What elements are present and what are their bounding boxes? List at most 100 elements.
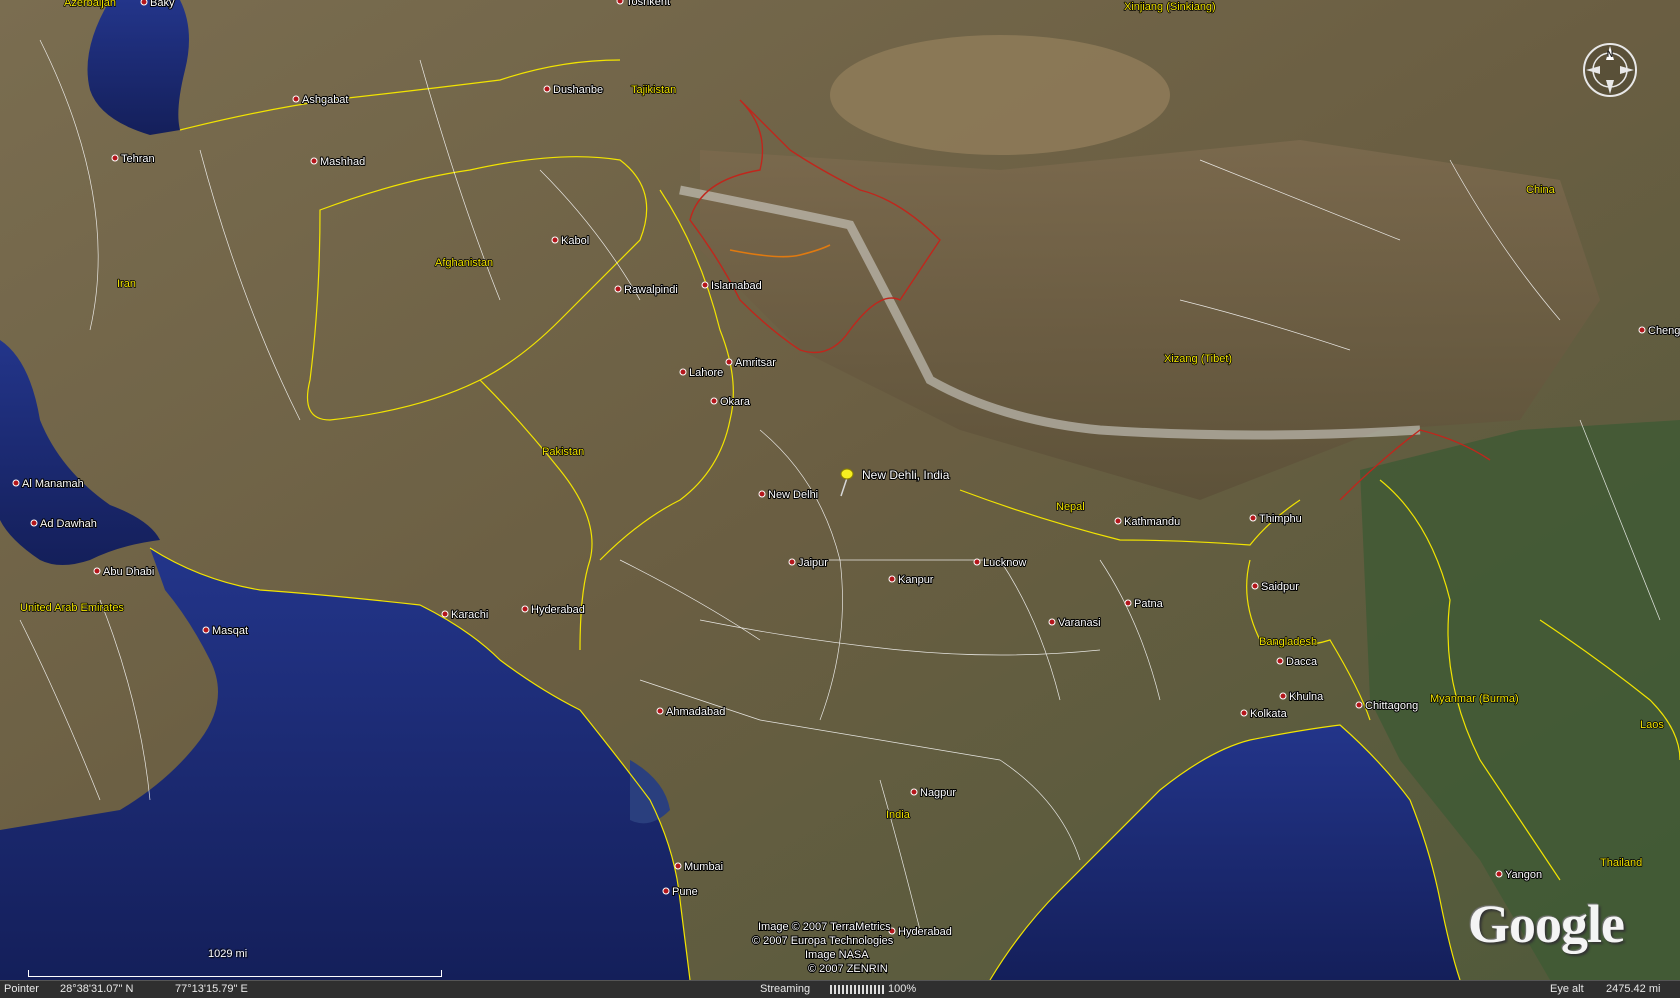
city-marker[interactable]: Ahmadabad — [656, 705, 726, 719]
city-dot-icon[interactable] — [1048, 618, 1056, 626]
city-label[interactable]: Yangon — [1504, 868, 1543, 882]
city-dot-icon[interactable] — [725, 358, 733, 366]
city-marker[interactable]: Kathmandu — [1114, 515, 1181, 529]
city-dot-icon[interactable] — [202, 626, 210, 634]
city-dot-icon[interactable] — [1355, 701, 1363, 709]
region-label: Pakistan — [542, 446, 584, 458]
city-label[interactable]: Varanasi — [1057, 616, 1102, 630]
city-dot-icon[interactable] — [1249, 514, 1257, 522]
city-dot-icon[interactable] — [1114, 517, 1122, 525]
city-label[interactable]: Toshkent — [625, 0, 671, 9]
city-label[interactable]: Okara — [719, 395, 752, 409]
region-label: Thailand — [1600, 857, 1642, 869]
city-label[interactable]: New Delhi — [767, 488, 819, 502]
city-dot-icon[interactable] — [551, 236, 559, 244]
region-label: United Arab Emirates — [20, 602, 124, 614]
city-dot-icon[interactable] — [788, 558, 796, 566]
city-marker[interactable]: Islamabad — [701, 279, 763, 293]
city-dot-icon[interactable] — [12, 479, 20, 487]
city-dot-icon[interactable] — [1495, 870, 1503, 878]
city-dot-icon[interactable] — [441, 610, 449, 618]
copyright-line: Image © 2007 TerraMetrics — [758, 921, 891, 933]
city-dot-icon[interactable] — [758, 490, 766, 498]
city-label[interactable]: Amritsar — [734, 356, 777, 370]
city-label[interactable]: Patna — [1133, 597, 1165, 611]
city-dot-icon[interactable] — [701, 281, 709, 289]
city-marker[interactable]: Chittagong — [1355, 699, 1419, 713]
city-dot-icon[interactable] — [1124, 599, 1132, 607]
city-marker[interactable]: Ashgabat — [292, 93, 349, 107]
city-marker[interactable]: Ad Dawhah — [30, 517, 98, 531]
city-label[interactable]: Saidpur — [1260, 580, 1300, 594]
city-label[interactable]: Rawalpindi — [623, 283, 679, 297]
city-dot-icon[interactable] — [656, 707, 664, 715]
city-dot-icon[interactable] — [1276, 657, 1284, 665]
city-label[interactable]: Hyderabad — [897, 925, 953, 939]
city-dot-icon[interactable] — [1279, 692, 1287, 700]
city-label[interactable]: Ad Dawhah — [39, 517, 98, 531]
city-label[interactable]: Lahore — [688, 366, 724, 380]
city-label[interactable]: Tehran — [120, 152, 156, 166]
city-label[interactable]: Masqat — [211, 624, 249, 638]
compass-icon[interactable]: N — [1578, 38, 1642, 102]
placemark-label[interactable]: New Dehli, India — [861, 467, 951, 483]
city-dot-icon[interactable] — [93, 567, 101, 575]
city-dot-icon[interactable] — [679, 368, 687, 376]
city-dot-icon[interactable] — [614, 285, 622, 293]
city-dot-icon[interactable] — [1240, 709, 1248, 717]
city-dot-icon[interactable] — [674, 862, 682, 870]
city-dot-icon[interactable] — [888, 575, 896, 583]
city-dot-icon[interactable] — [140, 0, 148, 6]
city-dot-icon[interactable] — [30, 519, 38, 527]
city-label[interactable]: Kabol — [560, 234, 590, 248]
city-label[interactable]: Chittagong — [1364, 699, 1419, 713]
city-label[interactable]: Mashhad — [319, 155, 366, 169]
city-label[interactable]: Mumbai — [683, 860, 724, 874]
city-marker[interactable]: Hyderabad — [888, 925, 953, 939]
google-logo: Google — [1468, 894, 1625, 954]
city-dot-icon[interactable] — [543, 85, 551, 93]
city-label[interactable]: Kanpur — [897, 573, 935, 587]
city-dot-icon[interactable] — [111, 154, 119, 162]
city-label[interactable]: Jaipur — [797, 556, 829, 570]
city-label[interactable]: Kathmandu — [1123, 515, 1181, 529]
city-dot-icon[interactable] — [910, 788, 918, 796]
city-label[interactable]: Abu Dhabi — [102, 565, 155, 579]
city-dot-icon[interactable] — [292, 95, 300, 103]
city-dot-icon[interactable] — [1638, 326, 1646, 334]
city-label[interactable]: Islamabad — [710, 279, 763, 293]
city-label[interactable]: Cheng — [1647, 324, 1680, 338]
city-dot-icon[interactable] — [710, 397, 718, 405]
city-dot-icon[interactable] — [1251, 582, 1259, 590]
city-marker[interactable]: Mashhad — [310, 155, 366, 169]
city-label[interactable]: Lucknow — [982, 556, 1027, 570]
city-dot-icon[interactable] — [521, 605, 529, 613]
satellite-map[interactable]: Baky Toshkent Dushanbe Ashgabat Tehran Mashha… — [0, 0, 1680, 997]
city-label[interactable]: Pune — [671, 885, 699, 899]
city-label[interactable]: Karachi — [450, 608, 489, 622]
city-dot-icon[interactable] — [973, 558, 981, 566]
city-label[interactable]: Dacca — [1285, 655, 1319, 669]
city-marker[interactable]: Al Manamah — [12, 477, 85, 491]
eye-alt-label: Eye alt — [1550, 983, 1584, 995]
city-label[interactable]: Hyderabad — [530, 603, 586, 617]
city-label[interactable]: Ahmadabad — [665, 705, 726, 719]
city-marker[interactable]: Abu Dhabi — [93, 565, 155, 579]
compass-control[interactable]: N — [1578, 38, 1642, 102]
city-marker[interactable]: Hyderabad — [521, 603, 586, 617]
city-label[interactable]: Dushanbe — [552, 83, 604, 97]
city-label[interactable]: Ashgabat — [301, 93, 349, 107]
city-marker[interactable]: New Delhi — [758, 488, 819, 502]
city-label[interactable]: Khulna — [1288, 690, 1325, 704]
city-label[interactable]: Baky — [149, 0, 176, 10]
city-dot-icon[interactable] — [616, 0, 624, 5]
city-dot-icon[interactable] — [310, 157, 318, 165]
scale-bar — [28, 970, 442, 977]
city-label[interactable]: Al Manamah — [21, 477, 85, 491]
city-label[interactable]: Kolkata — [1249, 707, 1289, 721]
city-marker[interactable]: Rawalpindi — [614, 283, 679, 297]
city-label[interactable]: Nagpur — [919, 786, 957, 800]
city-label[interactable]: Thimphu — [1258, 512, 1303, 526]
city-dot-icon[interactable] — [662, 887, 670, 895]
city-marker[interactable]: Dushanbe — [543, 83, 604, 97]
